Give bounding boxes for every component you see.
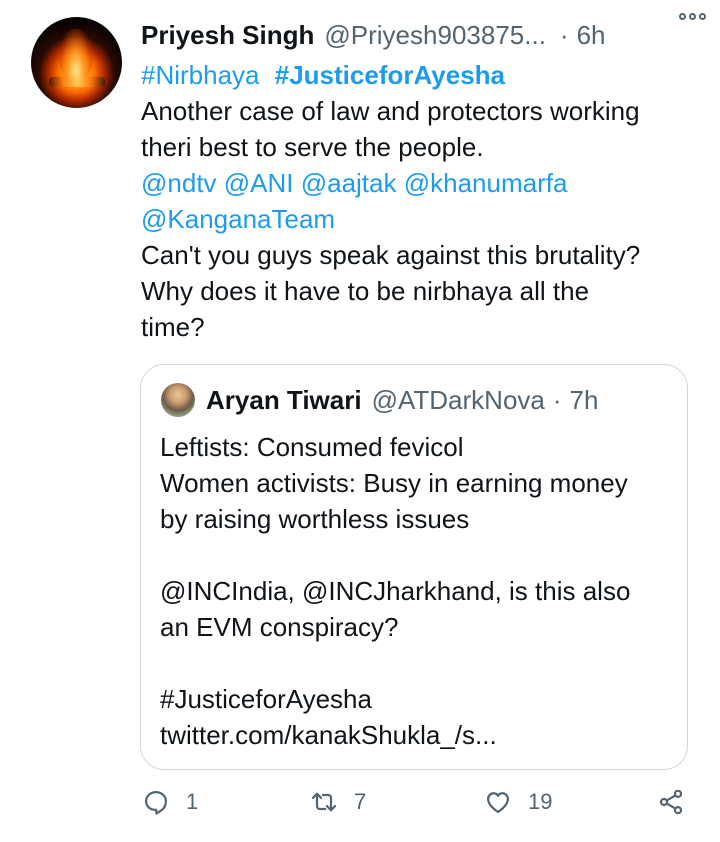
author-name[interactable]: Priyesh Singh (141, 20, 314, 51)
separator: · (559, 19, 569, 50)
quoted-text-line: Leftists: Consumed fevicol (160, 432, 464, 462)
like-count: 19 (528, 789, 553, 814)
author-handle[interactable]: @Priyesh903875... (324, 20, 546, 51)
quoted-text-line: @INCIndia, @INCJharkhand, is this also (160, 576, 631, 606)
quoted-text-line: by raising worthless issues (160, 504, 470, 534)
tweet-text-line: Another case of law and protectors worki… (141, 96, 640, 126)
tweet-header: Priyesh Singh @Priyesh903875... · 6h (141, 16, 701, 54)
separator: · (552, 384, 562, 415)
quoted-author-handle: @ATDarkNova (371, 384, 545, 415)
tweet-time[interactable]: 6h (577, 20, 606, 51)
share-icon (659, 789, 683, 815)
hashtag-link[interactable]: #Nirbhaya (141, 60, 260, 90)
quoted-author-name: Aryan Tiwari (206, 384, 362, 415)
author-avatar[interactable] (31, 17, 122, 108)
tweet-text-line: Can't you guys speak against this brutal… (141, 240, 641, 270)
reply-count: 1 (186, 789, 199, 814)
tweet-text-line: Why does it have to be nirbhaya all the (141, 276, 590, 306)
quoted-tweet-header: Aryan Tiwari @ATDarkNova · 7h (206, 382, 598, 418)
retweet-icon (311, 792, 337, 812)
quoted-author-avatar (161, 383, 195, 417)
tweet-text-line: theri best to serve the people. (141, 132, 484, 162)
quoted-text-line: an EVM conspiracy? (160, 612, 399, 642)
mentions-line[interactable]: @KanganaTeam (141, 201, 335, 237)
retweet-button[interactable]: 7 (310, 788, 366, 816)
like-button[interactable]: 19 (484, 788, 552, 816)
reply-icon (144, 790, 168, 815)
reply-button[interactable]: 1 (142, 788, 198, 816)
heart-icon (486, 792, 510, 814)
quoted-text-line: twitter.com/kanakShukla_/s... (160, 720, 497, 750)
share-button[interactable] (657, 788, 685, 816)
quoted-tweet-time: 7h (569, 384, 599, 415)
retweet-count: 7 (354, 789, 367, 814)
more-icon[interactable] (679, 13, 706, 20)
quoted-tweet-card[interactable]: Aryan Tiwari @ATDarkNova · 7h Leftists: … (140, 364, 688, 770)
quoted-text-line: #JusticeforAyesha (160, 684, 372, 714)
action-bar: 1 7 19 (0, 788, 720, 828)
hashtag-link[interactable]: #JusticeforAyesha (275, 60, 505, 90)
quoted-text-line: Women activists: Busy in earning money (160, 468, 628, 498)
mentions-line[interactable]: @ndtv @ANI @aajtak @khanumarfa (141, 165, 567, 201)
tweet-text-line: time? (141, 312, 205, 342)
hashtag-line: #Nirbhaya #JusticeforAyesha (141, 57, 505, 93)
